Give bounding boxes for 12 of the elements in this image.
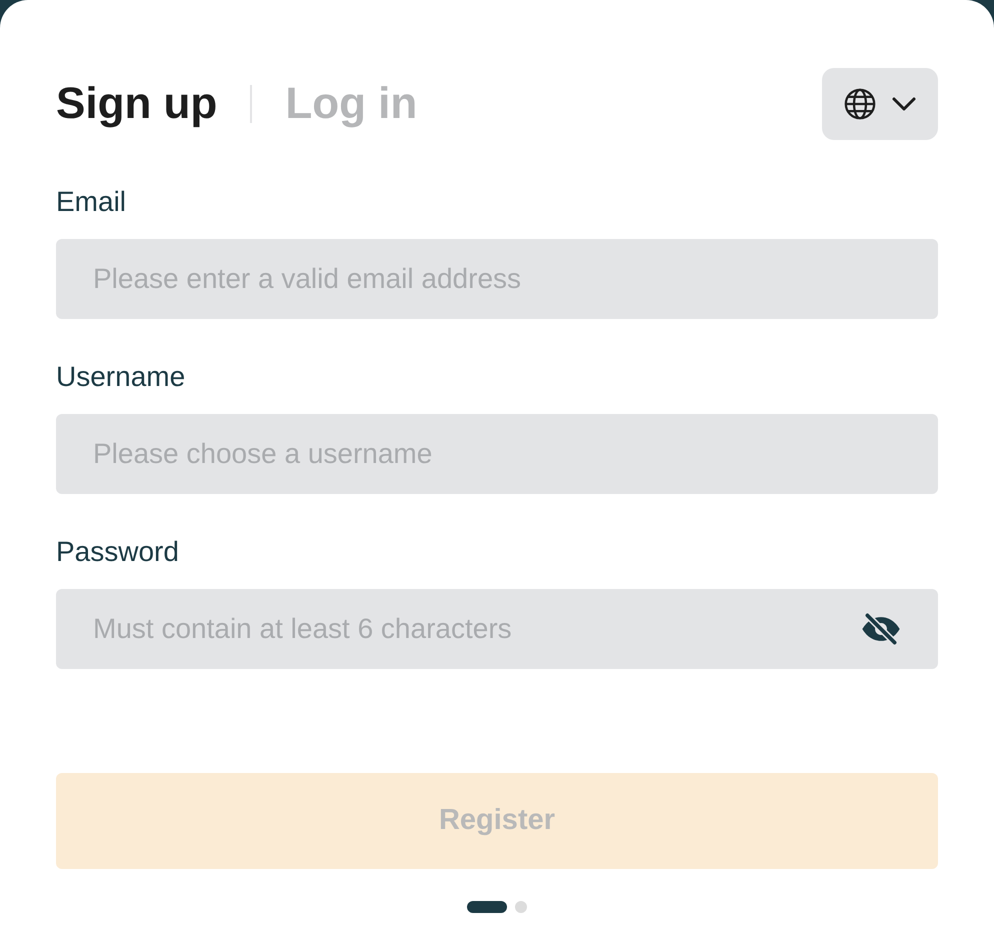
input-field[interactable]: Please choose a username bbox=[56, 414, 938, 494]
password-field[interactable]: Must contain at least 6 characters bbox=[56, 589, 938, 669]
tab[interactable]: Log in bbox=[285, 82, 418, 126]
field-label: Email bbox=[56, 185, 128, 219]
field-label: Password bbox=[56, 535, 180, 569]
globe-icon bbox=[843, 87, 877, 121]
language-button[interactable] bbox=[822, 68, 938, 140]
field-label: Username bbox=[56, 360, 186, 394]
eye-slash-icon[interactable] bbox=[860, 612, 902, 646]
input-field[interactable]: Please enter a valid email address bbox=[56, 239, 938, 319]
chevron-down-icon bbox=[891, 96, 917, 112]
tab[interactable]: Sign up bbox=[56, 82, 218, 126]
